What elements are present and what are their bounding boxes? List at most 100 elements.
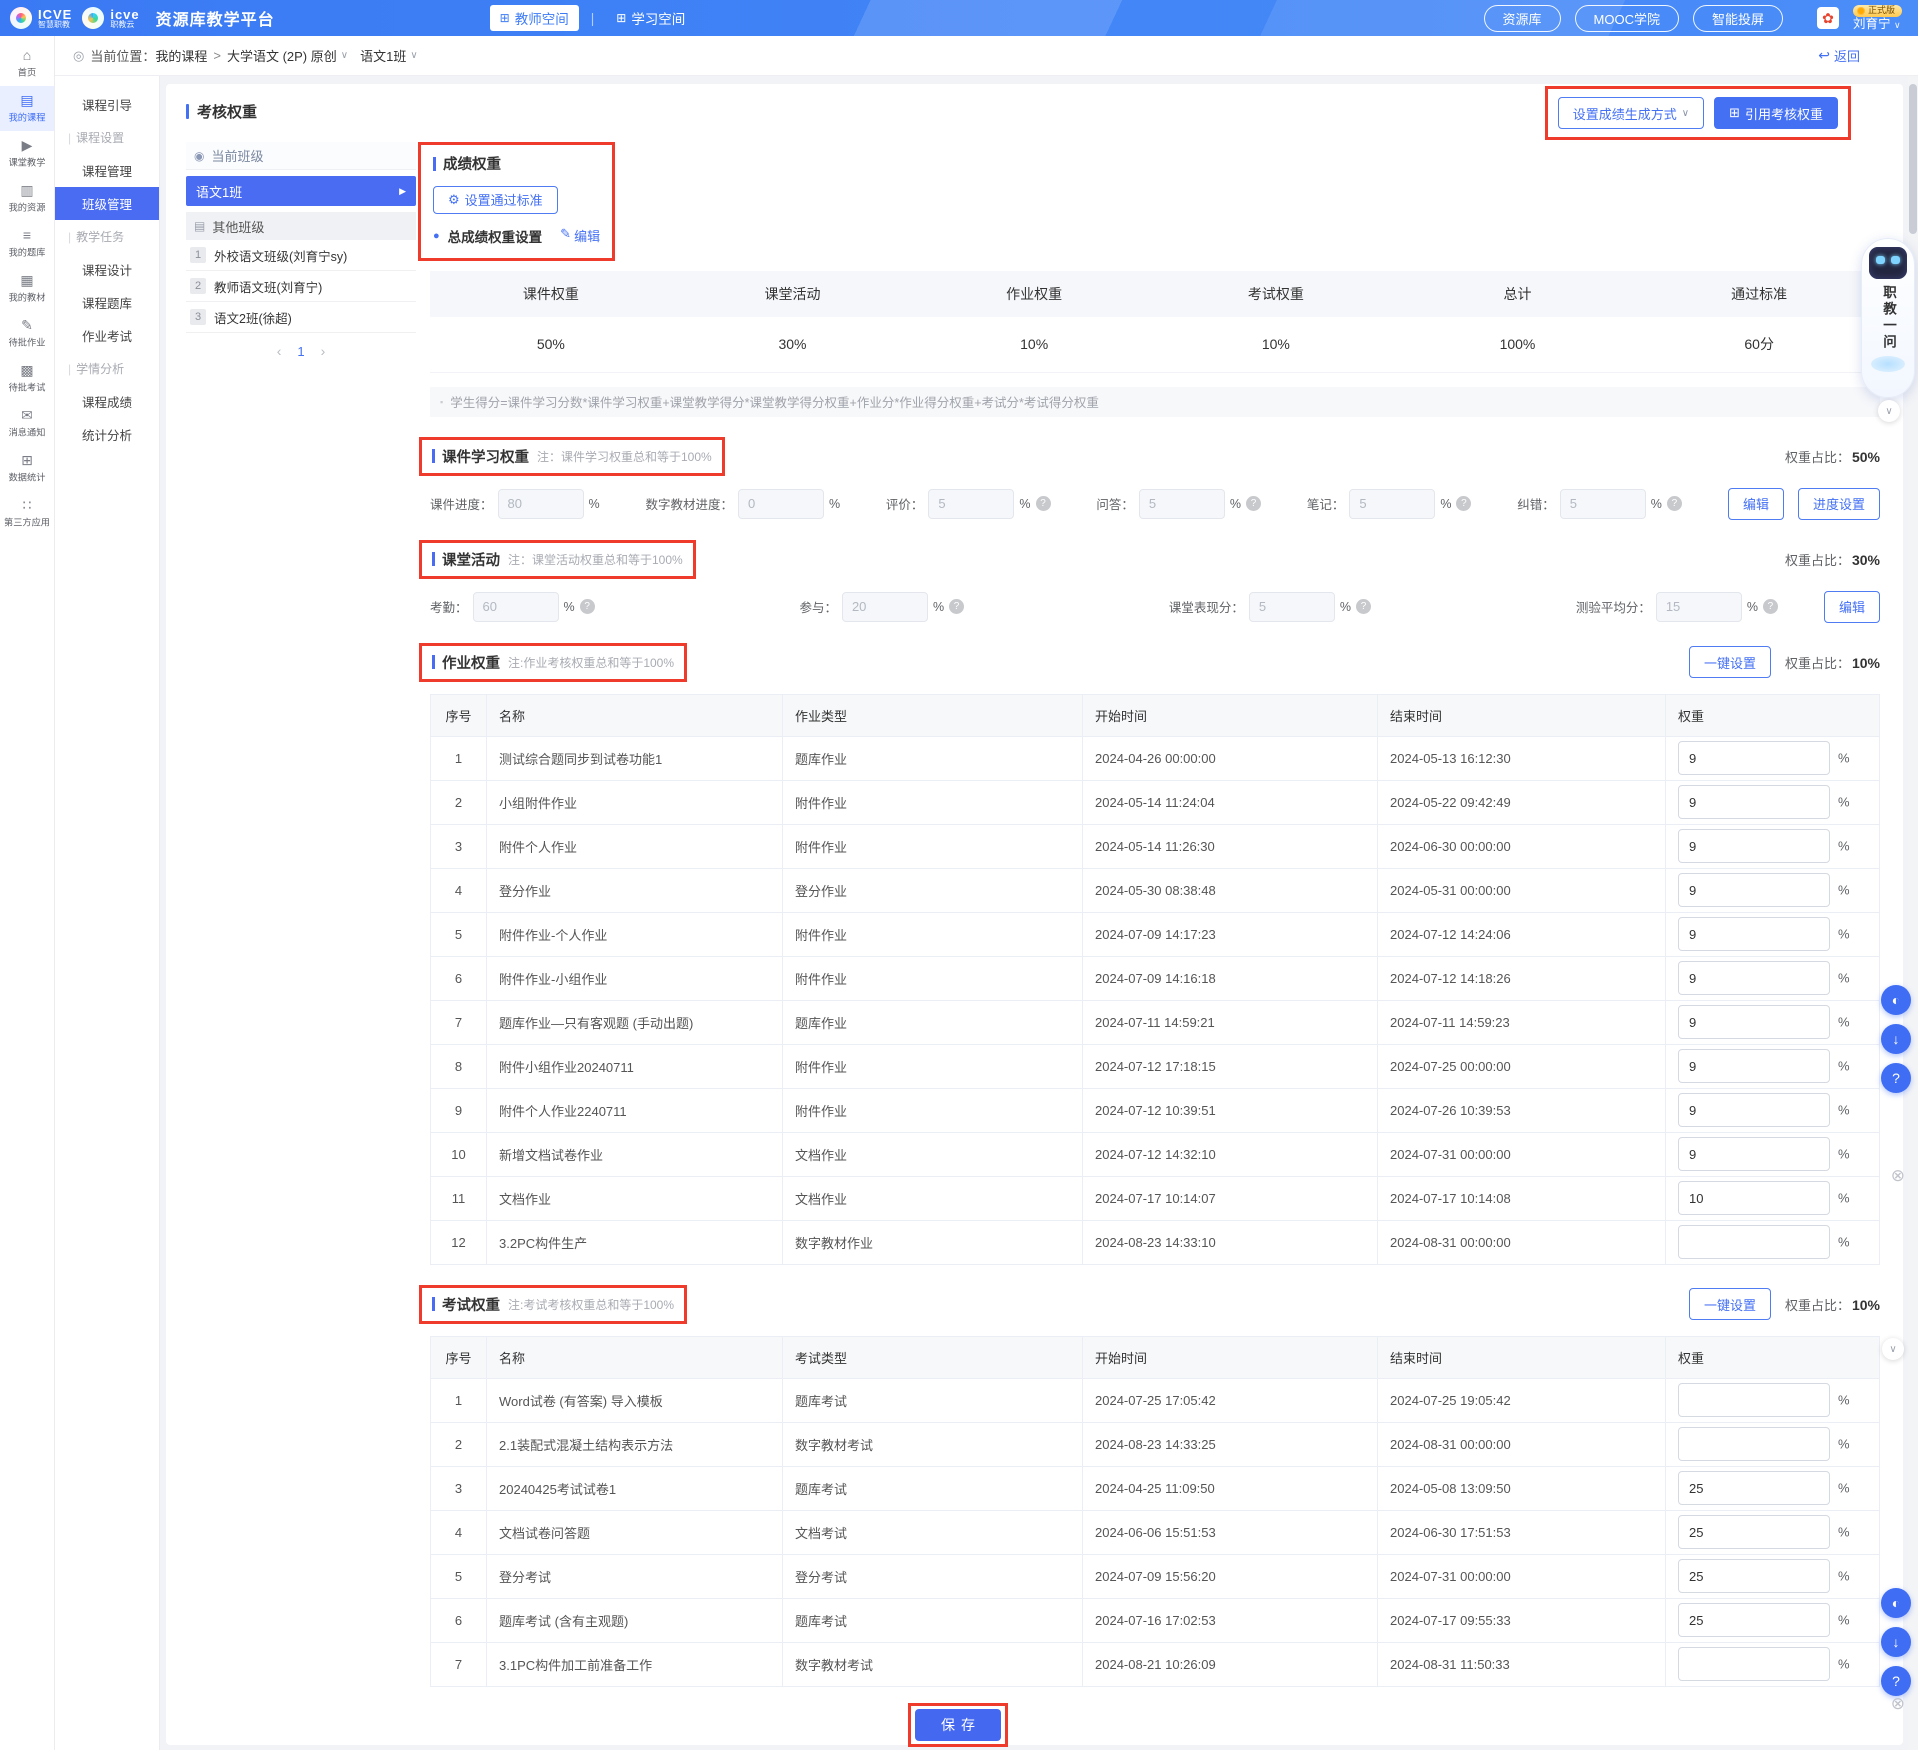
menu-item[interactable]: 班级管理 [55, 187, 159, 220]
help-icon[interactable]: ? [1881, 1063, 1911, 1093]
weight-field-input[interactable] [1656, 592, 1742, 622]
weight-input[interactable] [1678, 1603, 1830, 1637]
weight-field-input[interactable] [473, 592, 559, 622]
weight-input[interactable] [1678, 1647, 1830, 1681]
feedback-icon[interactable]: ◐ [1881, 1588, 1911, 1618]
weight-input[interactable] [1678, 873, 1830, 907]
menu-item[interactable]: 课程成绩 [55, 385, 159, 418]
close-icon[interactable]: ⊗ [1891, 1694, 1905, 1714]
help-icon[interactable]: ? [1881, 1666, 1911, 1696]
weight-field-input[interactable] [1560, 489, 1646, 519]
edit-button[interactable]: 编辑 [1824, 591, 1880, 623]
class-list-item[interactable]: 3 语文2班(徐超) [186, 302, 416, 333]
help-icon[interactable]: ? [949, 599, 964, 614]
menu-item[interactable]: 统计分析 [55, 418, 159, 451]
weight-field-input[interactable] [928, 489, 1014, 519]
help-icon[interactable]: ? [1246, 496, 1261, 511]
menu-item[interactable]: 课程题库 [55, 286, 159, 319]
collapse-icon[interactable]: ∨ [1882, 1338, 1904, 1360]
breadcrumb-course[interactable]: 大学语文 (2P) 原创 [227, 46, 337, 65]
current-class-item[interactable]: 语文1班 ▶ [186, 176, 416, 206]
weight-field-input[interactable] [498, 489, 584, 519]
weight-input[interactable] [1678, 1225, 1830, 1259]
weight-field-input[interactable] [1139, 489, 1225, 519]
weight-field-input[interactable] [842, 592, 928, 622]
next-page-icon[interactable]: › [321, 343, 326, 359]
page-number[interactable]: 1 [297, 344, 304, 359]
breadcrumb-my-courses[interactable]: 我的课程 [155, 46, 207, 65]
weight-input[interactable] [1678, 1093, 1830, 1127]
progress-setting-button[interactable]: 进度设置 [1798, 488, 1880, 520]
set-grade-method-button[interactable]: 设置成绩生成方式∨ [1558, 97, 1704, 129]
mooc-college-button[interactable]: MOOC学院 [1575, 5, 1679, 32]
edit-link[interactable]: ✎编辑 [560, 226, 600, 245]
cite-assessment-weight-button[interactable]: ⊞引用考核权重 [1714, 97, 1838, 129]
weight-input[interactable] [1678, 1427, 1830, 1461]
tab-study-space[interactable]: ⊞学习空间 [606, 5, 695, 31]
back-button[interactable]: ↩返回 [1818, 46, 1860, 65]
rail-item-my-textbooks[interactable]: ▦ 我的教材 [0, 266, 54, 311]
weight-input[interactable] [1678, 829, 1830, 863]
download-icon[interactable]: ↓ [1881, 1024, 1911, 1054]
weight-field-input[interactable] [1349, 489, 1435, 519]
menu-item[interactable]: 作业考试 [55, 319, 159, 352]
weight-input[interactable] [1678, 1049, 1830, 1083]
chevron-down-icon[interactable]: ∨ [410, 50, 417, 61]
help-icon[interactable]: ? [1456, 496, 1471, 511]
set-pass-standard-button[interactable]: ⚙设置通过标准 [433, 186, 558, 214]
rail-item-my-question-bank[interactable]: ≡ 我的题库 [0, 221, 54, 266]
help-icon[interactable]: ? [1667, 496, 1682, 511]
download-icon[interactable]: ↓ [1881, 1627, 1911, 1657]
smart-cast-button[interactable]: 智能投屏 [1693, 5, 1783, 32]
app-center-icon[interactable]: ✿ [1817, 7, 1839, 29]
weight-input[interactable] [1678, 1559, 1830, 1593]
feedback-icon[interactable]: ◐ [1881, 985, 1911, 1015]
chevron-down-icon[interactable]: ∨ [341, 50, 348, 61]
save-button[interactable]: 保存 [915, 1709, 1001, 1741]
rail-item-my-resources[interactable]: ▥ 我的资源 [0, 176, 54, 221]
rail-item-messages[interactable]: ✉ 消息通知 [0, 401, 54, 446]
rail-item-pending-exams[interactable]: ▩ 待批考试 [0, 356, 54, 401]
rail-item-classroom-teaching[interactable]: ▶ 课堂教学 [0, 131, 54, 176]
user-menu[interactable]: 正式版 刘育宁 ∨ [1853, 5, 1902, 32]
help-icon[interactable]: ? [580, 599, 595, 614]
weight-input[interactable] [1678, 917, 1830, 951]
weight-input[interactable] [1678, 785, 1830, 819]
weight-input[interactable] [1678, 1137, 1830, 1171]
scrollbar-thumb[interactable] [1909, 84, 1917, 234]
rail-item-my-courses[interactable]: ▤ 我的课程 [0, 86, 54, 131]
class-list-item[interactable]: 2 教师语文班(刘育宁) [186, 271, 416, 302]
weight-field-input[interactable] [1249, 592, 1335, 622]
weight-input[interactable] [1678, 1471, 1830, 1505]
class-list-item[interactable]: 1 外校语文班级(刘育宁sy) [186, 240, 416, 271]
collapse-icon[interactable]: ∨ [1878, 400, 1900, 422]
menu-item[interactable]: 学情分析 [55, 352, 159, 385]
rail-item-third-party-apps[interactable]: ∷ 第三方应用 [0, 491, 54, 536]
one-click-set-button[interactable]: 一键设置 [1689, 1288, 1771, 1320]
help-icon[interactable]: ? [1763, 599, 1778, 614]
breadcrumb-class[interactable]: 语文1班 [360, 46, 406, 65]
weight-input[interactable] [1678, 1181, 1830, 1215]
help-icon[interactable]: ? [1036, 496, 1051, 511]
weight-input[interactable] [1678, 1383, 1830, 1417]
rail-item-data-statistics[interactable]: ⊞ 数据统计 [0, 446, 54, 491]
menu-item[interactable]: 课程引导 [55, 88, 159, 121]
weight-input[interactable] [1678, 1005, 1830, 1039]
menu-item[interactable]: 课程设置 [55, 121, 159, 154]
one-click-set-button[interactable]: 一键设置 [1689, 646, 1771, 678]
resource-library-button[interactable]: 资源库 [1484, 5, 1561, 32]
help-icon[interactable]: ? [1356, 599, 1371, 614]
tab-teacher-space[interactable]: ⊞教师空间 [490, 5, 579, 31]
edit-button[interactable]: 编辑 [1728, 488, 1784, 520]
weight-input[interactable] [1678, 741, 1830, 775]
close-icon[interactable]: ⊗ [1891, 1166, 1905, 1186]
weight-input[interactable] [1678, 1515, 1830, 1549]
menu-item[interactable]: 课程管理 [55, 154, 159, 187]
weight-input[interactable] [1678, 961, 1830, 995]
rail-item-pending-homework[interactable]: ✎ 待批作业 [0, 311, 54, 356]
radio-selected-icon[interactable]: ● [433, 230, 440, 242]
menu-item[interactable]: 课程设计 [55, 253, 159, 286]
prev-page-icon[interactable]: ‹ [277, 343, 282, 359]
menu-item[interactable]: 教学任务 [55, 220, 159, 253]
ai-assistant-widget[interactable]: 职教一问 [1861, 238, 1915, 398]
